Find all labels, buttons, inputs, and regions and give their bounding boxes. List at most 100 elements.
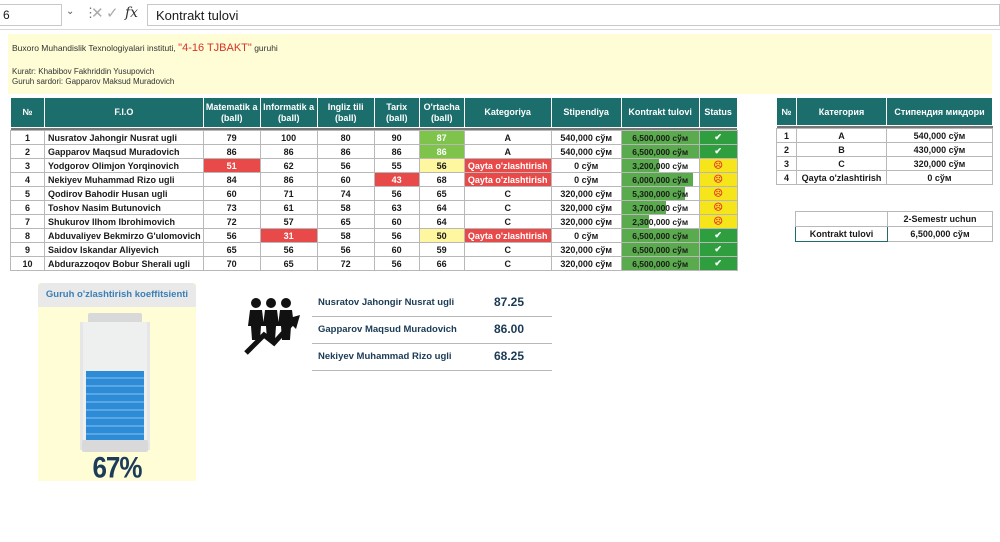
- category[interactable]: C: [463, 256, 552, 271]
- math-score[interactable]: 79: [202, 130, 261, 145]
- contract-cell[interactable]: 6,500,000 сўм: [620, 256, 700, 271]
- contract-cell[interactable]: 3,200,000 сўм: [620, 158, 700, 173]
- status-sad-face-icon[interactable]: ☹: [698, 186, 738, 201]
- name-box[interactable]: 6: [0, 4, 62, 26]
- math-score[interactable]: 73: [202, 200, 261, 215]
- english-score[interactable]: 60: [316, 172, 375, 187]
- english-score[interactable]: 58: [316, 228, 375, 243]
- average-score[interactable]: 66: [418, 256, 465, 271]
- stipend-amount[interactable]: 430,000 сўм: [886, 142, 993, 157]
- stipend[interactable]: 0 сўм: [550, 172, 622, 187]
- history-score[interactable]: 90: [373, 130, 420, 145]
- student-name[interactable]: Abdurazzoqov Bobur Sherali ugli: [44, 256, 204, 271]
- chevron-down-icon[interactable]: ⌄: [66, 6, 74, 17]
- informatics-score[interactable]: 57: [259, 214, 318, 229]
- category[interactable]: Qayta o'zlashtirish: [796, 170, 887, 185]
- informatics-score[interactable]: 86: [259, 172, 318, 187]
- formula-input[interactable]: Kontrakt tulovi: [147, 4, 1000, 26]
- contract-value[interactable]: 6,500,000 сўм: [887, 226, 993, 242]
- informatics-score[interactable]: 86: [259, 144, 318, 159]
- contract-cell[interactable]: 6,500,000 сўм: [620, 144, 700, 159]
- informatics-score[interactable]: 56: [259, 242, 318, 257]
- math-score[interactable]: 56: [202, 228, 261, 243]
- informatics-score[interactable]: 71: [259, 186, 318, 201]
- english-score[interactable]: 74: [316, 186, 375, 201]
- row-number[interactable]: 1: [10, 130, 45, 145]
- col-header-status[interactable]: Status: [698, 97, 738, 128]
- math-score[interactable]: 86: [202, 144, 261, 159]
- col-header-math[interactable]: Matematik a (ball): [202, 97, 261, 128]
- stipend[interactable]: 320,000 сўм: [550, 242, 622, 257]
- math-score[interactable]: 70: [202, 256, 261, 271]
- category[interactable]: Qayta o'zlashtirish: [463, 172, 552, 187]
- history-score[interactable]: 43: [373, 172, 420, 187]
- category[interactable]: B: [796, 142, 887, 157]
- contract-cell[interactable]: 6,500,000 сўм: [620, 130, 700, 145]
- contract-cell[interactable]: 6,000,000 сўм: [620, 172, 700, 187]
- stipend[interactable]: 0 сўм: [550, 228, 622, 243]
- row-number[interactable]: 7: [10, 214, 45, 229]
- history-score[interactable]: 60: [373, 214, 420, 229]
- stipend-amount[interactable]: 0 сўм: [886, 170, 993, 185]
- student-name[interactable]: Nusratov Jahongir Nusrat ugli: [44, 130, 204, 145]
- stipend-amount[interactable]: 320,000 сўм: [886, 156, 993, 171]
- row-number[interactable]: 2: [776, 142, 797, 157]
- status-sad-face-icon[interactable]: ☹: [698, 172, 738, 187]
- col-header-contract[interactable]: Kontrakt tulovi: [620, 97, 700, 128]
- history-score[interactable]: 55: [373, 158, 420, 173]
- student-name[interactable]: Shukurov Ilhom Ibrohimovich: [44, 214, 204, 229]
- average-score[interactable]: 86: [418, 144, 465, 159]
- contract-cell[interactable]: 2,300,000 сўм: [620, 214, 700, 229]
- student-name[interactable]: Yodgorov Olimjon Yorqinovich: [44, 158, 204, 173]
- row-number[interactable]: 3: [776, 156, 797, 171]
- empty-cell[interactable]: [795, 211, 888, 227]
- col-header-name[interactable]: F.I.O: [44, 97, 204, 128]
- informatics-score[interactable]: 61: [259, 200, 318, 215]
- average-score[interactable]: 68: [418, 172, 465, 187]
- col-header-average[interactable]: O'rtacha (ball): [418, 97, 465, 128]
- row-number[interactable]: 5: [10, 186, 45, 201]
- category[interactable]: C: [796, 156, 887, 171]
- average-score[interactable]: 56: [418, 158, 465, 173]
- row-number[interactable]: 4: [776, 170, 797, 185]
- contract-cell[interactable]: 6,500,000 сўм: [620, 228, 700, 243]
- stipend-amount[interactable]: 540,000 сўм: [886, 128, 993, 143]
- col-header-category[interactable]: Категория: [796, 97, 887, 126]
- stipend[interactable]: 320,000 сўм: [550, 186, 622, 201]
- status-check-icon[interactable]: ✔: [698, 130, 738, 145]
- english-score[interactable]: 80: [316, 130, 375, 145]
- category[interactable]: C: [463, 200, 552, 215]
- history-score[interactable]: 56: [373, 228, 420, 243]
- status-check-icon[interactable]: ✔: [698, 242, 738, 257]
- category[interactable]: C: [463, 186, 552, 201]
- math-score[interactable]: 60: [202, 186, 261, 201]
- stipend[interactable]: 0 сўм: [550, 158, 622, 173]
- math-score[interactable]: 51: [202, 158, 261, 173]
- student-name[interactable]: Toshov Nasim Butunovich: [44, 200, 204, 215]
- english-score[interactable]: 56: [316, 158, 375, 173]
- average-score[interactable]: 59: [418, 242, 465, 257]
- stipend[interactable]: 540,000 сўм: [550, 130, 622, 145]
- status-sad-face-icon[interactable]: ☹: [698, 214, 738, 229]
- history-score[interactable]: 56: [373, 256, 420, 271]
- informatics-score[interactable]: 62: [259, 158, 318, 173]
- cancel-icon[interactable]: ✕: [91, 4, 104, 22]
- history-score[interactable]: 86: [373, 144, 420, 159]
- col-header-number[interactable]: №: [776, 97, 797, 126]
- english-score[interactable]: 56: [316, 242, 375, 257]
- status-check-icon[interactable]: ✔: [698, 256, 738, 271]
- stipend[interactable]: 320,000 сўм: [550, 200, 622, 215]
- col-header-stipend-amount[interactable]: Стипендия микдори: [886, 97, 993, 126]
- row-number[interactable]: 1: [776, 128, 797, 143]
- row-number[interactable]: 8: [10, 228, 45, 243]
- average-score[interactable]: 50: [418, 228, 465, 243]
- english-score[interactable]: 86: [316, 144, 375, 159]
- history-score[interactable]: 63: [373, 200, 420, 215]
- row-number[interactable]: 9: [10, 242, 45, 257]
- status-sad-face-icon[interactable]: ☹: [698, 200, 738, 215]
- average-score[interactable]: 65: [418, 186, 465, 201]
- student-name[interactable]: Saidov Iskandar Aliyevich: [44, 242, 204, 257]
- math-score[interactable]: 65: [202, 242, 261, 257]
- status-sad-face-icon[interactable]: ☹: [698, 158, 738, 173]
- semester-label[interactable]: 2-Semestr uchun: [887, 211, 993, 227]
